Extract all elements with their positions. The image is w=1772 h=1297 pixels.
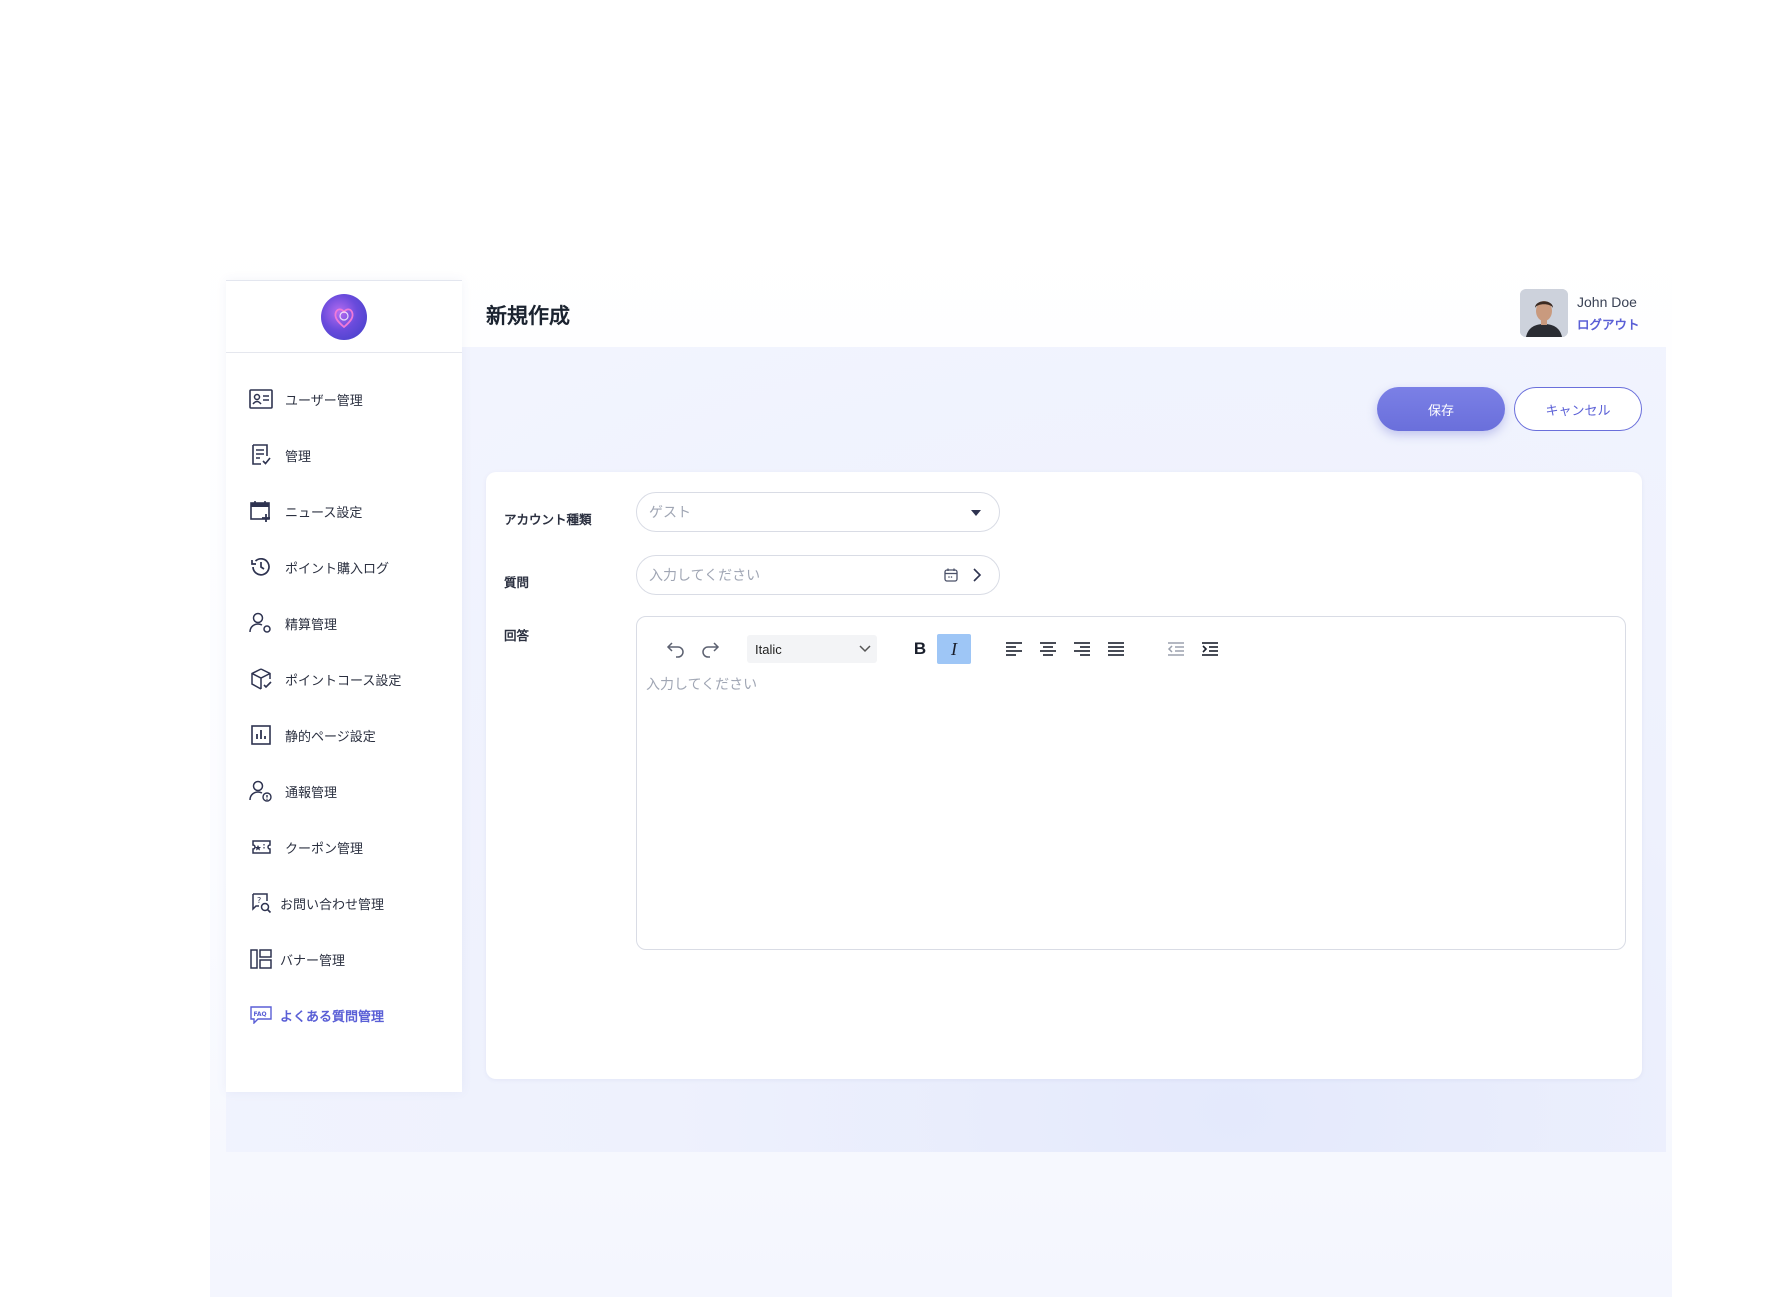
cancel-button[interactable]: キャンセル bbox=[1514, 387, 1642, 431]
user-name: John Doe bbox=[1577, 293, 1637, 310]
user-card-icon bbox=[249, 387, 273, 411]
history-icon bbox=[249, 555, 273, 579]
logout-link[interactable]: ログアウト bbox=[1577, 314, 1640, 333]
undo-icon bbox=[666, 642, 684, 658]
account-type-value: ゲスト bbox=[649, 505, 691, 521]
faq-icon: FAQ bbox=[249, 1003, 273, 1027]
logo-area bbox=[226, 281, 462, 353]
italic-button[interactable]: I bbox=[937, 634, 971, 664]
bold-button[interactable]: B bbox=[903, 634, 937, 664]
question-label: 質問 bbox=[504, 575, 530, 590]
redo-button[interactable] bbox=[693, 634, 727, 664]
sidebar-item-point-course[interactable]: ポイントコース設定 bbox=[226, 651, 462, 707]
logo[interactable] bbox=[321, 293, 367, 340]
answer-label: 回答 bbox=[504, 628, 530, 643]
question-placeholder: 入力してください bbox=[649, 568, 761, 584]
sidebar-item-static-pages[interactable]: 静的ページ設定 bbox=[226, 707, 462, 763]
calendar-plus-icon bbox=[249, 499, 273, 523]
layout-icon bbox=[249, 947, 273, 971]
sidebar-nav: ユーザー管理 管理 ニュース設定 ポイント購入ログ 精算管理 ポイントコース設定… bbox=[226, 353, 462, 1043]
ticket-icon bbox=[249, 835, 273, 859]
sidebar-item-label: 静的ページ設定 bbox=[285, 729, 376, 745]
sidebar-item-label: 精算管理 bbox=[285, 617, 338, 633]
user-alert-icon bbox=[249, 779, 273, 803]
outdent-icon bbox=[1167, 642, 1184, 656]
avatar[interactable] bbox=[1520, 289, 1568, 337]
indent-icon bbox=[1202, 642, 1218, 656]
sidebar-item-label: ポイントコース設定 bbox=[285, 673, 402, 689]
sidebar-item-label: 管理 bbox=[285, 449, 312, 465]
user-settings-icon bbox=[249, 611, 273, 635]
sidebar-item-label: ユーザー管理 bbox=[285, 393, 363, 409]
chevron-right-icon[interactable] bbox=[969, 567, 985, 587]
sidebar-item-label: よくある質問管理 bbox=[280, 1009, 385, 1025]
sidebar-item-settlement[interactable]: 精算管理 bbox=[226, 595, 462, 651]
sidebar-item-reports[interactable]: 通報管理 bbox=[226, 763, 462, 819]
account-type-label: アカウント種類 bbox=[504, 512, 592, 527]
indent-button[interactable] bbox=[1193, 634, 1227, 664]
align-justify-button[interactable] bbox=[1099, 634, 1133, 664]
save-button[interactable]: 保存 bbox=[1377, 387, 1505, 431]
outdent-button[interactable] bbox=[1159, 634, 1193, 664]
question-input[interactable]: 入力してください bbox=[636, 555, 1000, 595]
sidebar-item-label: ニュース設定 bbox=[285, 505, 363, 521]
svg-text:FAQ: FAQ bbox=[254, 1011, 267, 1018]
align-center-icon bbox=[1040, 642, 1056, 656]
rich-text-editor[interactable]: Italic B I 入力してください bbox=[636, 616, 1626, 950]
sidebar-item-label: お問い合わせ管理 bbox=[280, 897, 385, 913]
user-photo-icon bbox=[1520, 289, 1568, 337]
document-check-icon bbox=[249, 443, 273, 467]
caret-down-icon bbox=[971, 510, 981, 516]
user-menu: John Doe ログアウト bbox=[1520, 289, 1640, 337]
sidebar-item-banners[interactable]: バナー管理 bbox=[226, 931, 462, 987]
align-right-icon bbox=[1074, 642, 1090, 656]
sidebar-item-label: 通報管理 bbox=[285, 785, 338, 801]
align-left-button[interactable] bbox=[997, 634, 1031, 664]
sidebar-item-management[interactable]: 管理 bbox=[226, 427, 462, 483]
redo-icon bbox=[702, 642, 720, 658]
editor-placeholder: 入力してください bbox=[646, 677, 758, 693]
sidebar-item-user-management[interactable]: ユーザー管理 bbox=[226, 371, 462, 427]
sidebar: ユーザー管理 管理 ニュース設定 ポイント購入ログ 精算管理 ポイントコース設定… bbox=[226, 280, 462, 1092]
chevron-down-icon bbox=[859, 645, 871, 653]
user-info: John Doe ログアウト bbox=[1577, 294, 1640, 333]
chat-search-icon: ? bbox=[249, 891, 273, 915]
sidebar-item-label: ポイント購入ログ bbox=[285, 561, 390, 577]
sidebar-item-point-purchase-log[interactable]: ポイント購入ログ bbox=[226, 539, 462, 595]
align-right-button[interactable] bbox=[1065, 634, 1099, 664]
sidebar-item-label: バナー管理 bbox=[280, 953, 346, 969]
sidebar-item-label: クーポン管理 bbox=[285, 841, 364, 857]
font-style-value: Italic bbox=[755, 641, 782, 657]
undo-button[interactable] bbox=[659, 634, 693, 664]
box-check-icon bbox=[249, 667, 273, 691]
svg-text:?: ? bbox=[257, 896, 261, 905]
align-center-button[interactable] bbox=[1031, 634, 1065, 664]
sidebar-item-coupons[interactable]: クーポン管理 bbox=[226, 819, 462, 875]
logo-mark-icon bbox=[334, 307, 354, 328]
font-style-select[interactable]: Italic bbox=[747, 635, 877, 663]
calendar-icon[interactable] bbox=[943, 567, 959, 587]
align-left-icon bbox=[1006, 642, 1022, 656]
page-title: 新規作成 bbox=[486, 304, 570, 328]
align-justify-icon bbox=[1108, 642, 1124, 656]
bar-chart-icon bbox=[249, 723, 273, 747]
sidebar-item-inquiries[interactable]: ? お問い合わせ管理 bbox=[226, 875, 462, 931]
account-type-select[interactable]: ゲスト bbox=[636, 492, 1000, 532]
editor-toolbar: Italic B I bbox=[659, 634, 1227, 664]
sidebar-item-news-settings[interactable]: ニュース設定 bbox=[226, 483, 462, 539]
sidebar-item-faq[interactable]: FAQ よくある質問管理 bbox=[226, 987, 462, 1043]
form-card: アカウント種類 ゲスト 質問 入力してください 回答 Italic B I 入力… bbox=[486, 472, 1642, 1079]
